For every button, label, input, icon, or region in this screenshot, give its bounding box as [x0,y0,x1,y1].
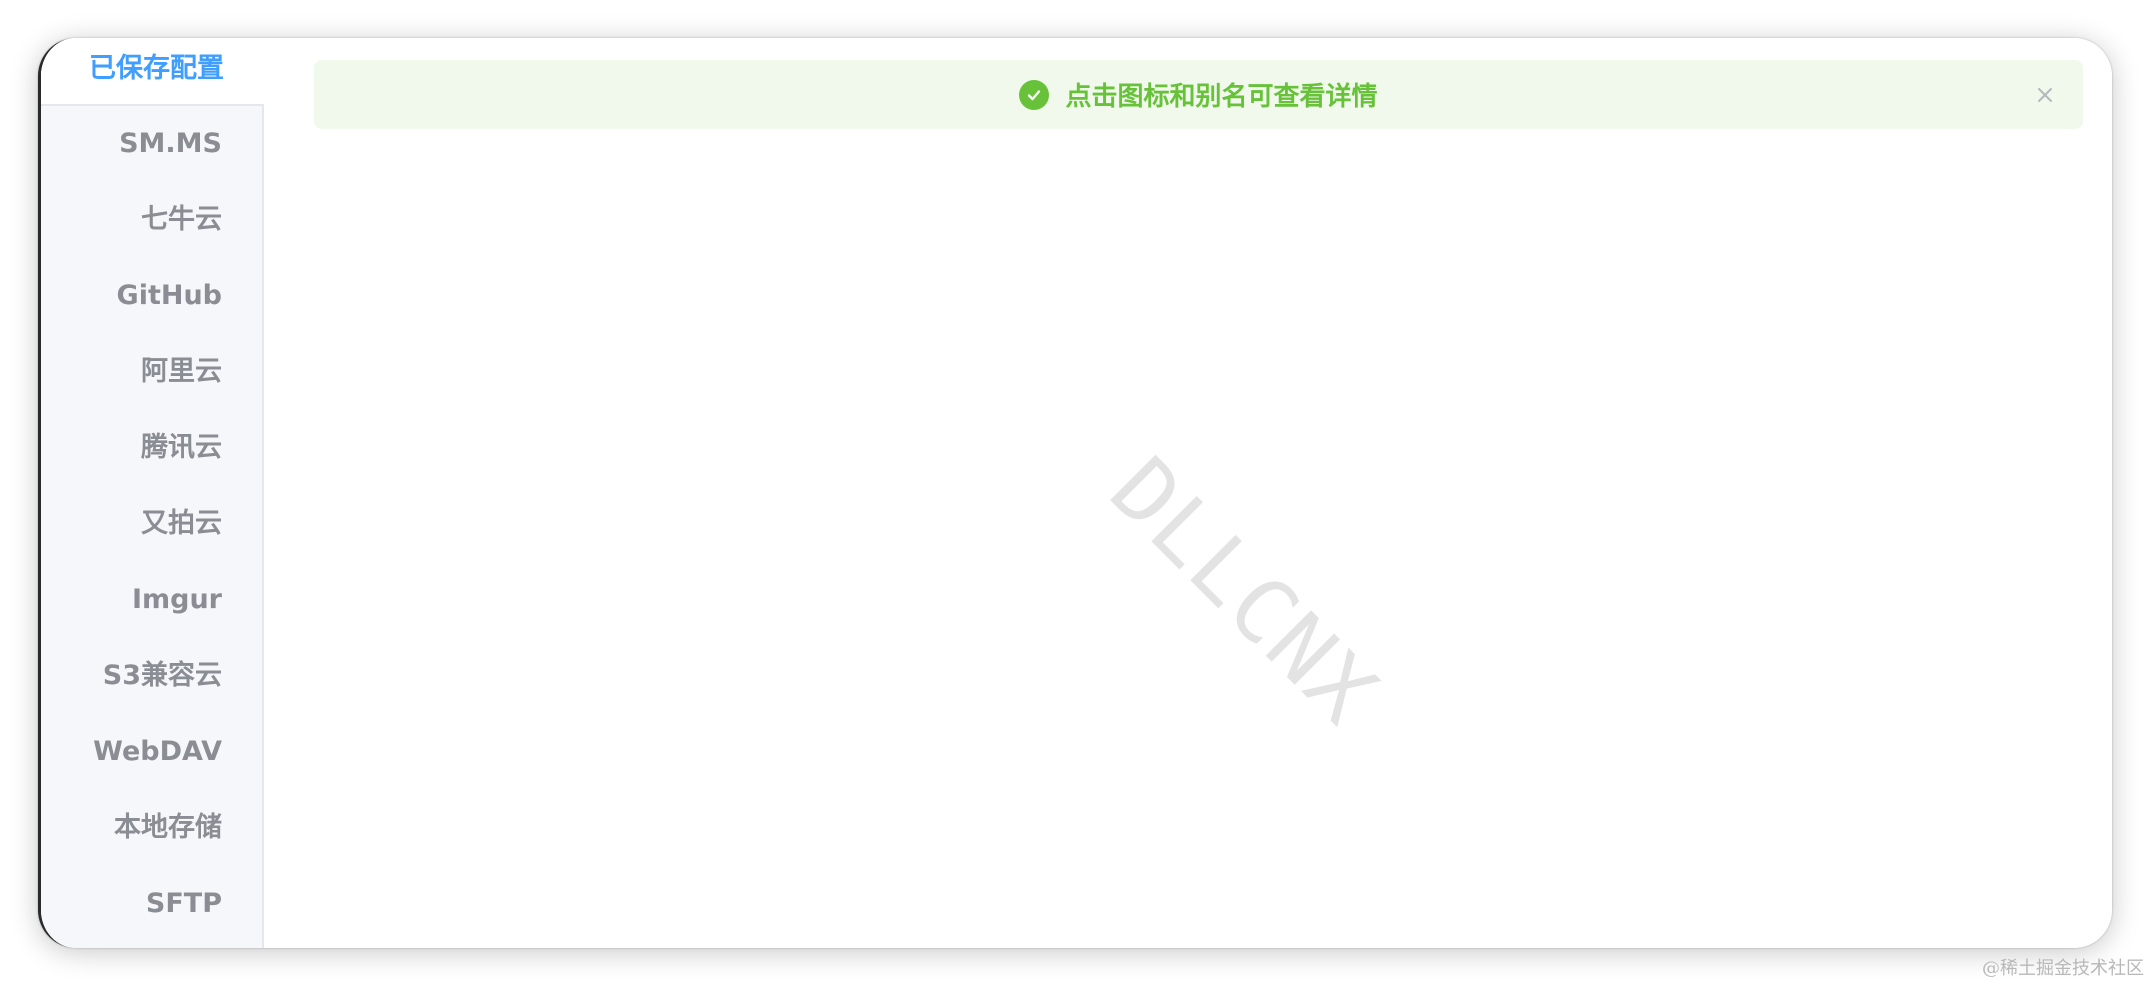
tab-s3[interactable]: S3兼容云 [41,638,262,714]
tab-qiniu[interactable]: 七牛云 [41,182,262,258]
tab-saved-configs[interactable]: 已保存配置 [41,38,264,106]
main-content: 点击图标和别名可查看详情 DLLCNX [264,38,2112,948]
tab-local[interactable]: 本地存储 [41,790,262,866]
tab-imgur[interactable]: Imgur [41,562,262,638]
close-icon[interactable] [2033,83,2057,107]
app-window: 已保存配置 SM.MS 七牛云 GitHub 阿里云 腾讯云 又拍云 Imgur… [38,38,2112,948]
tab-aliyun[interactable]: 阿里云 [41,334,262,410]
check-circle-icon [1019,79,1050,110]
tab-sftp[interactable]: SFTP [41,866,262,942]
watermark: DLLCNX [1091,438,1398,745]
tab-webdav[interactable]: WebDAV [41,714,262,790]
sidebar: 已保存配置 SM.MS 七牛云 GitHub 阿里云 腾讯云 又拍云 Imgur… [41,38,264,948]
tab-tencent[interactable]: 腾讯云 [41,410,262,486]
alert-message: 点击图标和别名可查看详情 [1065,82,1378,112]
tab-github[interactable]: GitHub [41,258,262,334]
source-credit: @稀土掘金技术社区 [1982,958,2144,979]
success-alert: 点击图标和别名可查看详情 [314,60,2083,129]
tab-upyun[interactable]: 又拍云 [41,486,262,562]
tab-smms[interactable]: SM.MS [41,106,262,182]
tab-list: 已保存配置 SM.MS 七牛云 GitHub 阿里云 腾讯云 又拍云 Imgur… [41,38,264,948]
